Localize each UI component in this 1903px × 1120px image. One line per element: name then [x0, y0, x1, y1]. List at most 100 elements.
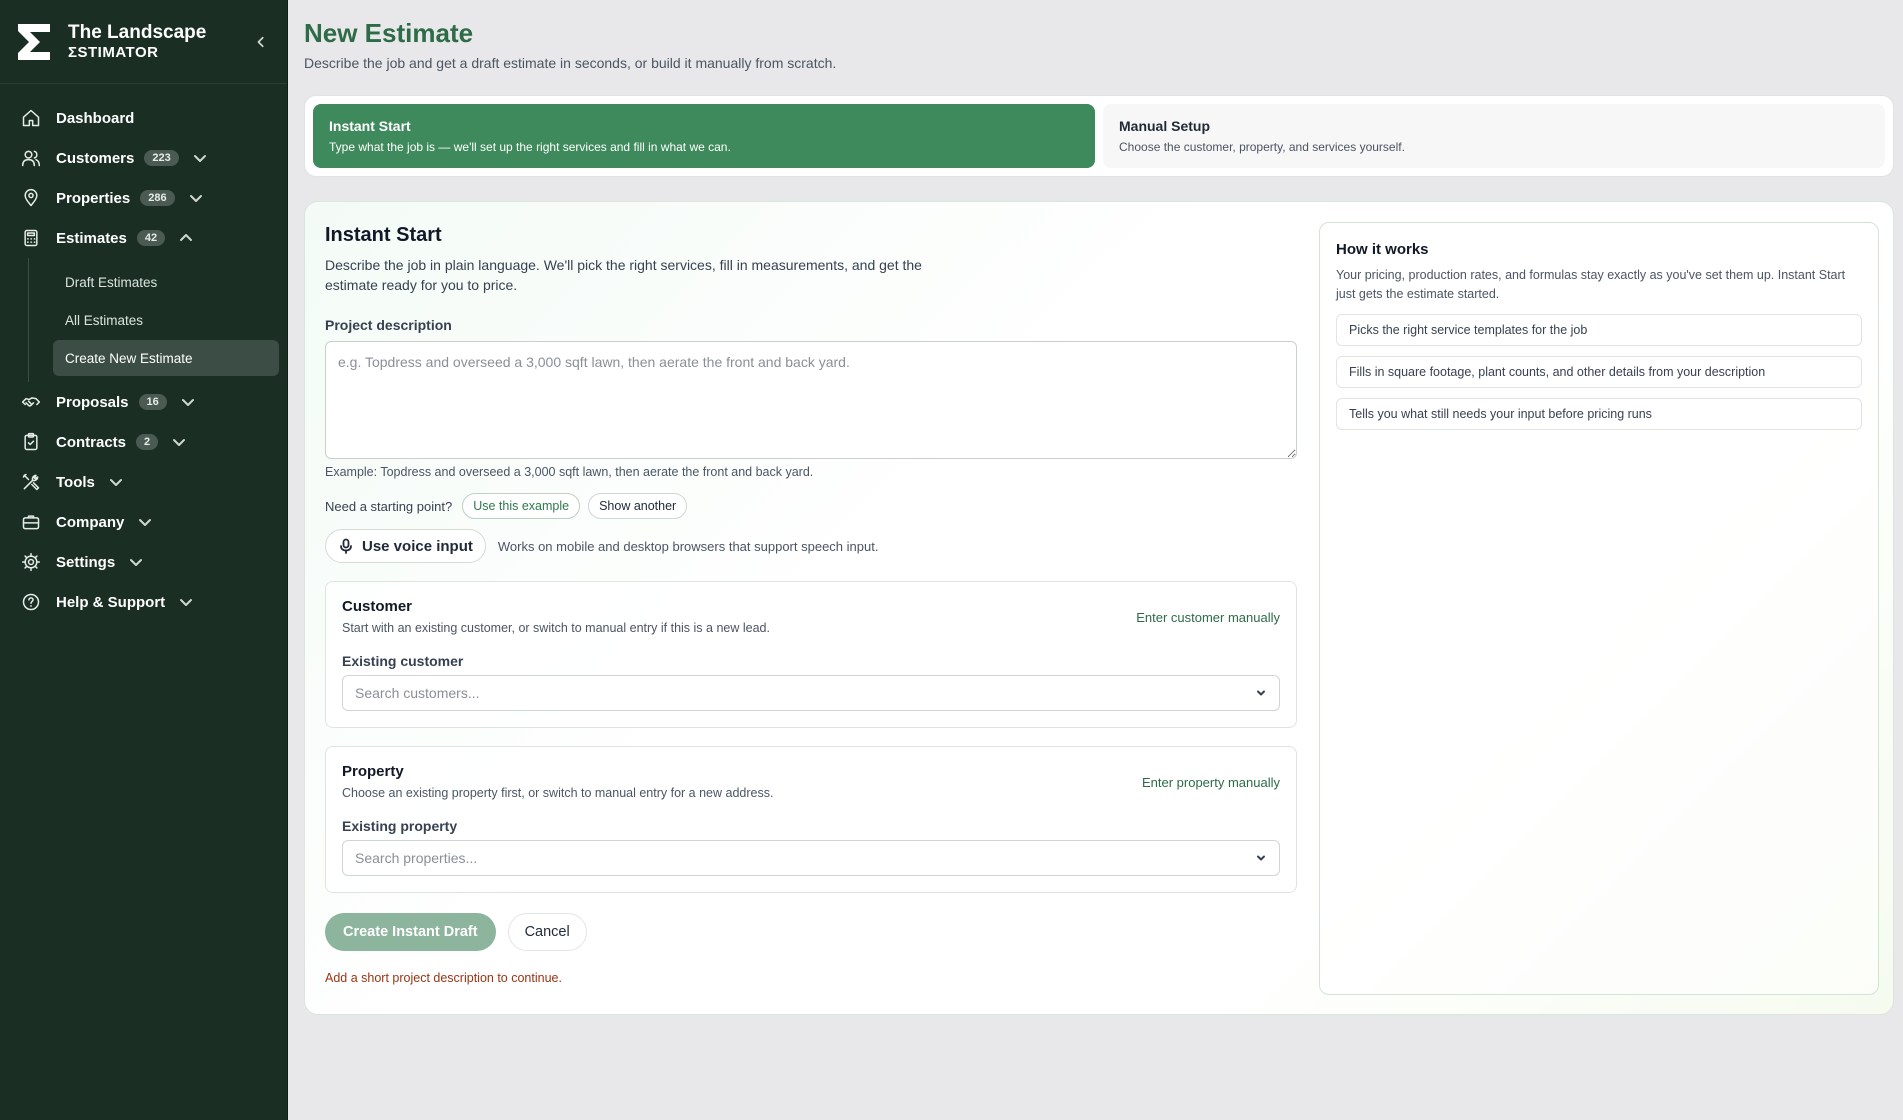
- chevron-down-icon[interactable]: [193, 151, 207, 165]
- existing-customer-label: Existing customer: [342, 653, 464, 669]
- voice-row: Use voice input Works on mobile and desk…: [325, 529, 1297, 563]
- chevron-down-icon: [1257, 690, 1265, 696]
- sidebar-item-label: Customers: [56, 149, 135, 167]
- voice-input-button[interactable]: Use voice input: [325, 529, 486, 563]
- sidebar-item-dashboard[interactable]: Dashboard: [0, 98, 287, 138]
- calculator-icon: [20, 227, 42, 249]
- chevron-down-icon[interactable]: [181, 395, 195, 409]
- cancel-button[interactable]: Cancel: [507, 913, 587, 951]
- sidebar-item-company[interactable]: Company: [0, 502, 287, 542]
- map-pin-icon: [20, 187, 42, 209]
- sidebar-item-label: Estimates: [56, 229, 127, 247]
- property-title: Property: [342, 763, 404, 780]
- customer-card: Customer Start with an existing customer…: [325, 581, 1297, 728]
- mode-switch: Instant Start Type what the job is — we'…: [304, 95, 1894, 177]
- chevron-down-icon[interactable]: [129, 555, 143, 569]
- main-content: New Estimate Describe the job and get a …: [304, 0, 1894, 1015]
- voice-input-label: Use voice input: [362, 537, 473, 555]
- form-actions: Create Instant Draft Cancel: [325, 913, 1297, 951]
- briefcase-icon: [20, 511, 42, 533]
- home-icon: [20, 107, 42, 129]
- enter-customer-manually-link[interactable]: Enter customer manually: [1136, 610, 1280, 625]
- instant-start-form: Instant Start Describe the job in plain …: [325, 224, 1297, 985]
- chevron-down-icon: [1257, 855, 1265, 861]
- customer-select-placeholder: Search customers...: [355, 685, 480, 701]
- chevron-down-icon[interactable]: [179, 595, 193, 609]
- brand-name: The Landscape: [68, 21, 207, 43]
- sidebar-item-label: Dashboard: [56, 109, 135, 127]
- use-example-button[interactable]: Use this example: [462, 493, 581, 519]
- count-badge: 286: [140, 190, 175, 206]
- sidebar-item-label: Properties: [56, 189, 131, 207]
- sidebar-item-estimates[interactable]: Estimates 42: [0, 218, 287, 258]
- section-title: Instant Start: [325, 224, 442, 246]
- sidebar-item-help-support[interactable]: Help & Support: [0, 582, 287, 622]
- handshake-icon: [20, 391, 42, 413]
- existing-property-label: Existing property: [342, 818, 458, 834]
- page-subtitle: Describe the job and get a draft estimat…: [304, 55, 837, 71]
- example-hint: Example: Topdress and overseed a 3,000 s…: [325, 465, 814, 479]
- how-it-works-title: How it works: [1336, 241, 1429, 258]
- subnav-item-all-estimates[interactable]: All Estimates: [53, 302, 279, 338]
- how-it-works-item: Tells you what still needs your input be…: [1336, 398, 1862, 430]
- brand-tagline: ΣSTIMATOR: [68, 43, 159, 61]
- sidebar-item-label: Tools: [56, 473, 95, 491]
- chevron-left-icon: [257, 36, 264, 47]
- mode-manual-setup[interactable]: Manual Setup Choose the customer, proper…: [1103, 104, 1885, 168]
- microphone-icon: [340, 538, 352, 554]
- sidebar-item-proposals[interactable]: Proposals 16: [0, 382, 287, 422]
- voice-note: Works on mobile and desktop browsers tha…: [497, 538, 879, 554]
- chevron-down-icon[interactable]: [109, 475, 123, 489]
- collapse-sidebar-button[interactable]: [251, 32, 271, 52]
- chevron-down-icon[interactable]: [172, 435, 186, 449]
- show-another-button[interactable]: Show another: [588, 493, 688, 519]
- enter-property-manually-link[interactable]: Enter property manually: [1142, 775, 1280, 790]
- mode-title: Manual Setup: [1119, 118, 1211, 134]
- count-badge: 2: [136, 434, 159, 450]
- clipboard-check-icon: [20, 431, 42, 453]
- starter-label: Need a starting point?: [325, 498, 453, 514]
- subnav-item-draft-estimates[interactable]: Draft Estimates: [53, 264, 279, 300]
- instant-start-card: Instant Start Describe the job in plain …: [304, 201, 1894, 1015]
- sidebar-item-label: Contracts: [56, 433, 127, 451]
- count-badge: 42: [136, 230, 166, 246]
- tools-icon: [20, 471, 42, 493]
- sidebar-item-tools[interactable]: Tools: [0, 462, 287, 502]
- count-badge: 16: [138, 394, 167, 410]
- how-it-works-item: Fills in square footage, plant counts, a…: [1336, 356, 1862, 388]
- create-instant-draft-button[interactable]: Create Instant Draft: [325, 913, 496, 951]
- mode-instant-start[interactable]: Instant Start Type what the job is — we'…: [313, 104, 1095, 168]
- subnav-item-create-new-estimate[interactable]: Create New Estimate: [53, 340, 279, 376]
- property-select[interactable]: Search properties...: [342, 840, 1280, 876]
- users-icon: [20, 147, 42, 169]
- validation-message: Add a short project description to conti…: [325, 971, 562, 985]
- project-description-input[interactable]: [325, 341, 1297, 459]
- chevron-down-icon[interactable]: [189, 191, 203, 205]
- property-card: Property Choose an existing property fir…: [325, 746, 1297, 893]
- sidebar-item-settings[interactable]: Settings: [0, 542, 287, 582]
- sidebar-item-label: Settings: [56, 553, 116, 571]
- gear-icon: [20, 551, 42, 573]
- sidebar: The Landscape ΣSTIMATOR Dashboard Custom…: [0, 0, 288, 1120]
- page-title: New Estimate: [304, 18, 474, 48]
- sidebar-item-customers[interactable]: Customers 223: [0, 138, 287, 178]
- help-circle-icon: [20, 591, 42, 613]
- count-badge: 223: [144, 150, 179, 166]
- how-it-works-panel: How it works Your pricing, production ra…: [1319, 222, 1879, 995]
- sidebar-item-label: Help & Support: [56, 593, 166, 611]
- property-description: Choose an existing property first, or sw…: [342, 786, 774, 800]
- mode-description: Type what the job is — we'll set up the …: [329, 140, 731, 154]
- brand: The Landscape ΣSTIMATOR: [0, 0, 287, 84]
- sidebar-nav: Dashboard Customers 223 Properties 286 E…: [0, 84, 287, 622]
- how-it-works-description: Your pricing, production rates, and form…: [1336, 268, 1846, 301]
- sidebar-item-properties[interactable]: Properties 286: [0, 178, 287, 218]
- how-it-works-item: Picks the right service templates for th…: [1336, 314, 1862, 346]
- starter-row: Need a starting point? Use this example …: [325, 493, 1297, 519]
- section-description: Describe the job in plain language. We'l…: [325, 257, 922, 293]
- chevron-up-icon[interactable]: [179, 231, 193, 245]
- customer-select[interactable]: Search customers...: [342, 675, 1280, 711]
- sidebar-item-contracts[interactable]: Contracts 2: [0, 422, 287, 462]
- chevron-down-icon[interactable]: [138, 515, 152, 529]
- mode-description: Choose the customer, property, and servi…: [1119, 140, 1405, 154]
- project-description-label: Project description: [325, 317, 452, 333]
